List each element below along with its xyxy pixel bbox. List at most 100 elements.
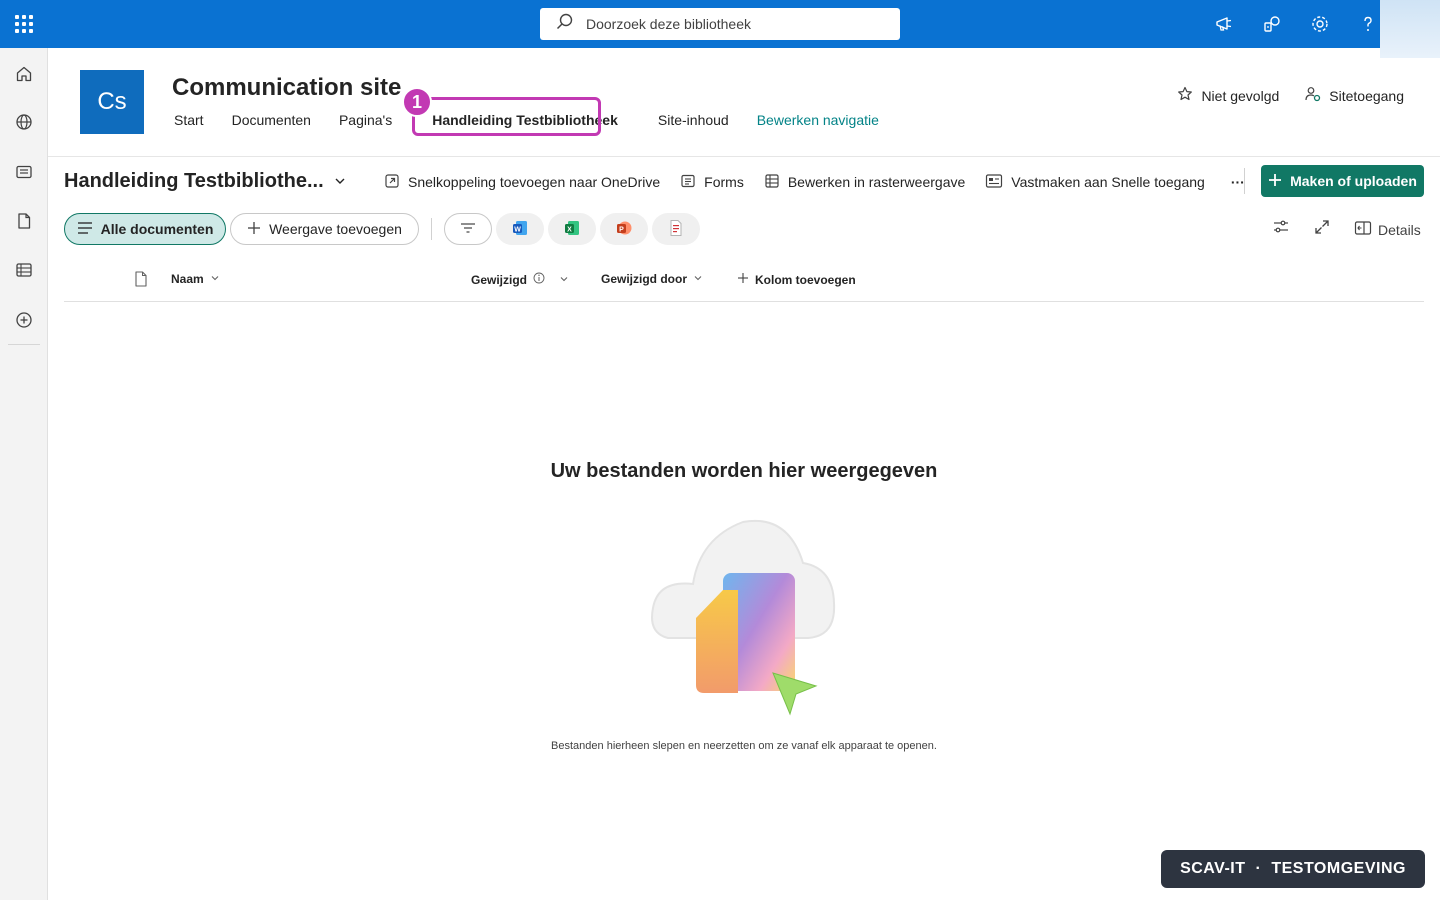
expand-icon[interactable]	[1313, 218, 1331, 236]
megaphone-icon[interactable]	[1212, 12, 1236, 36]
watermark-separator: ·	[1255, 860, 1262, 877]
column-name-label: Naam	[171, 272, 204, 286]
help-icon[interactable]	[1356, 12, 1380, 36]
column-name[interactable]: Naam	[171, 272, 220, 286]
nav-item-site-inhoud[interactable]: Site-inhoud	[632, 112, 743, 128]
column-modified-label: Gewijzigd	[471, 272, 528, 287]
environment-watermark: SCAV-IT · TESTOMGEVING	[1161, 850, 1425, 888]
site-access-label: Sitetoegang	[1329, 87, 1404, 104]
filter-icon	[460, 221, 476, 237]
add-view-button[interactable]: Weergave toevoegen	[230, 213, 419, 245]
gear-icon[interactable]	[1308, 12, 1332, 36]
view-options-icon[interactable]	[1272, 218, 1290, 236]
shortcut-icon	[384, 173, 400, 192]
add-shortcut-button[interactable]: Snelkoppeling toevoegen naar OneDrive	[384, 173, 660, 192]
plus-icon	[1268, 173, 1282, 190]
empty-state-illustration	[648, 518, 838, 718]
pdf-file-icon	[668, 219, 684, 240]
follow-button[interactable]: Niet gevolgd	[1177, 86, 1279, 105]
search-icon	[556, 13, 574, 36]
nav-item-start[interactable]: Start	[160, 112, 218, 128]
hamburger-icon	[77, 221, 93, 238]
add-column-label: Kolom toevoegen	[755, 272, 856, 287]
excel-filter-button[interactable]: X	[548, 213, 596, 245]
forms-button[interactable]: Forms	[680, 173, 744, 192]
forms-icon	[680, 173, 696, 192]
callout-highlight-box	[412, 97, 601, 136]
grid-edit-button[interactable]: Bewerken in rasterweergave	[764, 173, 965, 192]
powerpoint-file-icon: P	[615, 219, 633, 240]
pin-quick-access-button[interactable]: Vastmaken aan Snelle toegang	[985, 173, 1205, 192]
people-settings-icon	[1305, 86, 1321, 105]
create-upload-label: Maken of uploaden	[1290, 173, 1417, 189]
globe-icon[interactable]	[14, 112, 34, 132]
word-file-icon: W	[511, 219, 529, 240]
forms-label: Forms	[704, 174, 744, 190]
command-separator	[1244, 168, 1245, 194]
follow-label: Niet gevolgd	[1201, 87, 1280, 104]
search-placeholder: Doorzoek deze bibliotheek	[586, 16, 751, 32]
avatar[interactable]	[1380, 0, 1440, 58]
pin-quick-access-label: Vastmaken aan Snelle toegang	[1011, 174, 1205, 190]
column-modified-by[interactable]: Gewijzigd door	[601, 272, 703, 286]
plus-icon	[247, 221, 261, 238]
library-title-text: Handleiding Testbibliothe...	[64, 170, 324, 192]
file-icon[interactable]	[14, 211, 34, 231]
view-selector-button[interactable]: Alle documenten	[64, 213, 226, 245]
current-view-label: Alle documenten	[100, 221, 214, 237]
add-shortcut-label: Snelkoppeling toevoegen naar OneDrive	[408, 174, 661, 190]
svg-text:W: W	[514, 226, 521, 233]
column-modified-by-label: Gewijzigd door	[601, 272, 687, 286]
add-view-label: Weergave toevoegen	[269, 221, 402, 237]
empty-state-title: Uw bestanden worden hier weergegeven	[550, 460, 938, 482]
feedback-icon[interactable]	[1260, 12, 1284, 36]
grid-icon	[764, 173, 780, 192]
app-launcher-icon[interactable]	[12, 12, 36, 36]
chevron-down-icon	[334, 170, 346, 193]
add-circle-icon[interactable]	[14, 310, 34, 330]
pin-icon	[985, 173, 1003, 192]
callout-number-badge: 1	[402, 87, 432, 117]
add-column-button[interactable]: Kolom toevoegen	[737, 272, 856, 287]
pdf-filter-button[interactable]	[652, 213, 700, 245]
excel-file-icon: X	[563, 219, 581, 240]
details-label: Details	[1378, 221, 1421, 238]
filter-button[interactable]	[444, 213, 492, 245]
pill-separator	[431, 218, 432, 240]
chevron-down-icon	[559, 273, 569, 287]
nav-item-documenten[interactable]: Documenten	[218, 112, 325, 128]
plus-icon	[737, 272, 749, 287]
info-icon	[533, 272, 545, 287]
site-logo[interactable]: Cs	[80, 70, 144, 134]
library-title[interactable]: Handleiding Testbibliothe...	[64, 170, 346, 193]
edit-navigation-link[interactable]: Bewerken navigatie	[743, 112, 893, 128]
watermark-right: TESTOMGEVING	[1271, 860, 1406, 877]
search-box[interactable]: Doorzoek deze bibliotheek	[540, 8, 900, 40]
svg-text:X: X	[567, 226, 572, 233]
star-icon	[1177, 86, 1193, 105]
site-title[interactable]: Communication site	[172, 74, 401, 102]
news-icon[interactable]	[14, 162, 34, 182]
svg-text:P: P	[619, 226, 624, 233]
home-icon[interactable]	[14, 64, 34, 84]
column-header-row: Naam Gewijzigd Gewijzigd door Kolom toev…	[64, 262, 1424, 302]
file-type-icon[interactable]	[134, 271, 148, 287]
grid-edit-label: Bewerken in rasterweergave	[787, 174, 966, 190]
list-icon[interactable]	[14, 260, 34, 280]
create-upload-button[interactable]: Maken of uploaden	[1261, 165, 1424, 197]
column-modified[interactable]: Gewijzigd	[471, 272, 569, 287]
site-access-button[interactable]: Sitetoegang	[1305, 86, 1404, 105]
header-divider	[48, 156, 1440, 157]
empty-state-subtitle: Bestanden hierheen slepen en neerzetten …	[551, 740, 937, 752]
more-options-button[interactable]: ···	[1231, 174, 1245, 190]
details-pane-icon	[1354, 220, 1372, 239]
details-button[interactable]: Details	[1354, 220, 1421, 239]
rail-divider	[8, 344, 40, 345]
suite-bar: Doorzoek deze bibliotheek	[0, 0, 1440, 58]
watermark-left: SCAV-IT	[1180, 860, 1246, 877]
powerpoint-filter-button[interactable]: P	[600, 213, 648, 245]
nav-item-paginas[interactable]: Pagina's	[325, 112, 406, 128]
chevron-down-icon	[693, 272, 703, 286]
word-filter-button[interactable]: W	[496, 213, 544, 245]
chevron-down-icon	[210, 272, 220, 286]
